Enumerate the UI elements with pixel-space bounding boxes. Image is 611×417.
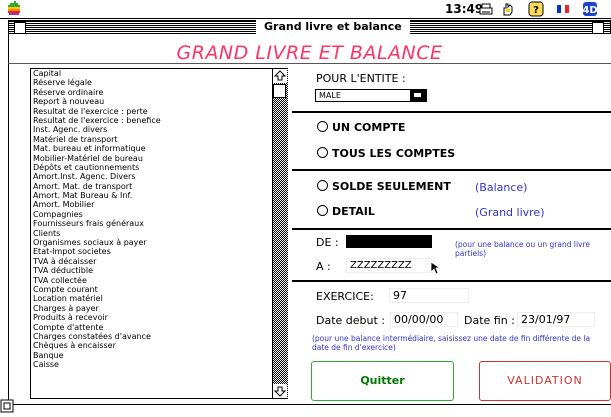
detail-hint: (Grand livre) — [475, 206, 545, 219]
account-list-scrollbar[interactable] — [272, 69, 288, 398]
account-list-item[interactable]: Matériel de transport — [33, 135, 269, 144]
from-label: DE : — [316, 236, 339, 249]
from-account-input[interactable] — [346, 235, 432, 248]
account-list-item[interactable]: Organismes sociaux à payer — [33, 238, 269, 247]
french-flag-icon[interactable] — [555, 1, 571, 17]
account-list-item[interactable]: Fournisseurs frais généraux — [33, 219, 269, 228]
account-list-item[interactable]: TVA déductible — [33, 266, 269, 275]
account-list-item[interactable]: Etat-Impot societes — [33, 247, 269, 256]
entity-dropdown-icon[interactable] — [410, 89, 426, 102]
account-list-item[interactable]: Réserve ordinaire — [33, 88, 269, 97]
title-divider — [8, 63, 611, 64]
account-list-item[interactable]: Charges à payer — [33, 304, 269, 313]
help-icon[interactable]: ? — [528, 1, 544, 17]
end-date-input[interactable]: 23/01/97 — [517, 312, 595, 327]
account-list-item[interactable]: Resultat de l'exercice : benefice — [33, 116, 269, 125]
radio-circle-icon — [317, 205, 328, 216]
range-hint: (pour une balance ou un grand livre part… — [455, 240, 591, 258]
scope-panel — [292, 111, 611, 169]
account-list-item[interactable]: Amort.Inst. Agenc. Divers — [33, 172, 269, 181]
page-title: GRAND LIVRE ET BALANCE — [176, 42, 443, 64]
radio-circle-icon — [317, 180, 328, 191]
hand-icon[interactable] — [500, 1, 516, 17]
resize-grip-icon[interactable] — [0, 398, 14, 413]
scroll-down-arrow-icon[interactable] — [273, 384, 287, 398]
account-list-item[interactable]: Produits à recevoir — [33, 313, 269, 322]
quit-button[interactable]: Quitter — [311, 361, 454, 401]
application-icon[interactable]: 4D — [582, 1, 598, 17]
account-list-item[interactable]: TVA à décaisser — [33, 257, 269, 266]
radio-balance-only[interactable]: SOLDE SEULEMENT — [317, 180, 451, 193]
printer-icon[interactable] — [478, 1, 494, 17]
account-list-item[interactable]: Chèques à encaisser — [33, 341, 269, 350]
account-list-item[interactable]: Inst. Agenc. divers — [33, 125, 269, 134]
start-date-input[interactable]: 00/00/00 — [390, 312, 458, 327]
end-date-label: Date fin : — [464, 314, 515, 327]
account-list-item[interactable]: Resultat de l'exercice : perte — [33, 107, 269, 116]
account-list-item[interactable]: Caisse — [33, 360, 269, 369]
balance-hint: (Balance) — [475, 181, 528, 194]
account-list-item[interactable]: Clients — [33, 229, 269, 238]
account-list-item[interactable]: Compte courant — [33, 285, 269, 294]
account-list-item[interactable]: TVA collectée — [33, 276, 269, 285]
mode-panel — [292, 169, 611, 228]
mouse-pointer-icon — [430, 260, 442, 275]
account-list-item[interactable]: Location matériel — [33, 294, 269, 303]
window-bottom-edge — [8, 404, 611, 405]
close-box-icon[interactable] — [14, 22, 26, 34]
start-date-label: Date debut : — [316, 314, 386, 327]
radio-circle-icon — [317, 147, 328, 158]
exercise-hint: (pour une balance intermédiaire, saisiss… — [312, 334, 591, 352]
exercise-input[interactable]: 97 — [389, 288, 469, 303]
entity-label: POUR L'ENTITE : — [316, 72, 406, 85]
svg-text:4D: 4D — [582, 5, 597, 16]
menu-bar — [0, 0, 611, 19]
radio-circle-icon — [317, 121, 328, 132]
account-list-items: Capital Réserve légale Réserve ordinaire Re… — [33, 69, 269, 370]
account-list-item[interactable]: Compte d'attente — [33, 323, 269, 332]
account-list-item[interactable]: Capital — [33, 69, 269, 78]
account-list-item[interactable]: Réserve légale — [33, 78, 269, 87]
exercise-label: EXERCICE: — [316, 290, 374, 303]
account-list-item[interactable]: Dépôts et cautionnements — [33, 163, 269, 172]
account-list-item[interactable]: Amort. Mat. de transport — [33, 182, 269, 191]
svg-text:?: ? — [533, 5, 539, 16]
account-list-item[interactable]: Charges constatées d'avance — [33, 332, 269, 341]
account-list-item[interactable]: Amort. Mobilier — [33, 200, 269, 209]
account-list-item[interactable]: Mat. bureau et informatique — [33, 144, 269, 153]
radio-detail[interactable]: DETAIL — [317, 205, 375, 218]
account-list-item[interactable]: Amort. Mat Bureau & Inf. — [33, 191, 269, 200]
account-list-item[interactable]: Compagnies — [33, 210, 269, 219]
validation-button[interactable]: VALIDATION — [479, 361, 611, 401]
to-label: A : — [316, 260, 331, 273]
account-list-item[interactable]: Banque — [33, 351, 269, 360]
zoom-box-icon[interactable] — [592, 22, 604, 34]
radio-all-accounts[interactable]: TOUS LES COMPTES — [317, 147, 455, 160]
window-title: Grand livre et balance — [256, 20, 410, 34]
account-list-item[interactable]: Mobilier-Matériel de bureau — [33, 154, 269, 163]
radio-one-account[interactable]: UN COMPTE — [317, 121, 405, 134]
scroll-up-arrow-icon[interactable] — [273, 69, 287, 83]
apple-menu-icon[interactable] — [7, 1, 21, 16]
to-account-input[interactable]: ZZZZZZZZZ — [346, 258, 434, 273]
account-list-item[interactable]: Report à nouveau — [33, 97, 269, 106]
scroll-thumb[interactable] — [273, 84, 286, 98]
